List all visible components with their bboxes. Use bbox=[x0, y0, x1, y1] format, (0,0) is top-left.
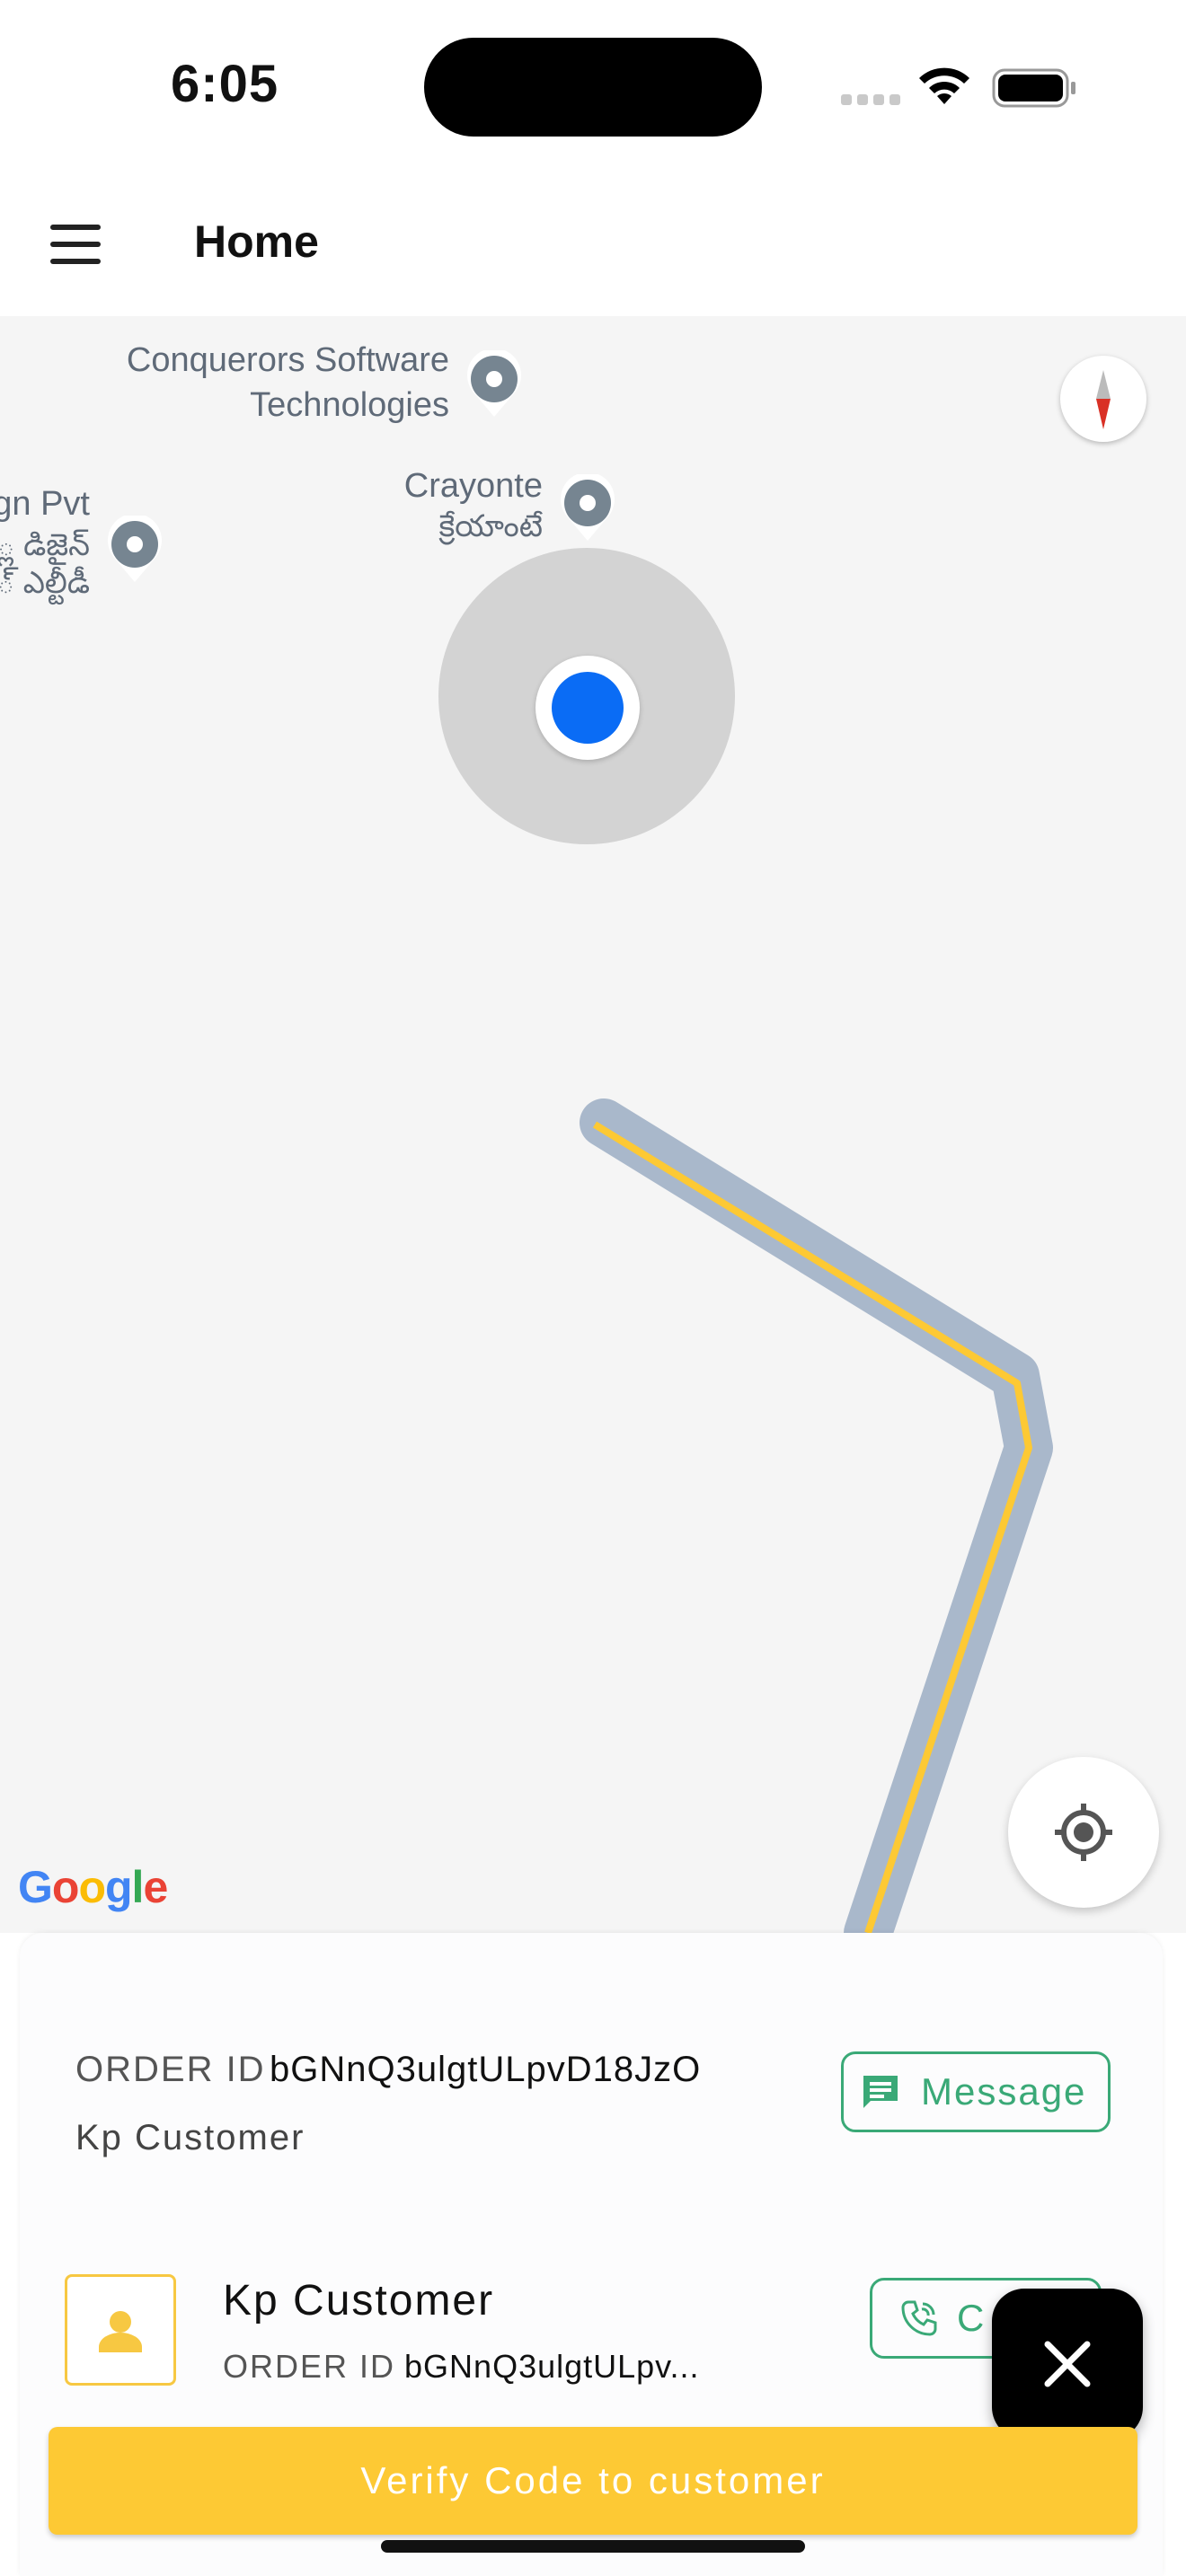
call-button-label: C bbox=[957, 2297, 987, 2339]
google-logo: Google bbox=[18, 1861, 168, 1913]
poi-label-line: Conquerors Software bbox=[126, 341, 449, 379]
page-title: Home bbox=[194, 216, 319, 267]
person-icon bbox=[99, 2311, 142, 2352]
customer-avatar bbox=[65, 2274, 176, 2386]
google-logo-letter: G bbox=[18, 1862, 53, 1912]
poi-pin-icon[interactable] bbox=[559, 472, 616, 543]
google-logo-letter: o bbox=[51, 1862, 80, 1912]
compass-button[interactable] bbox=[1060, 356, 1146, 442]
my-location-icon bbox=[1055, 1804, 1112, 1861]
my-location-button[interactable] bbox=[1008, 1757, 1159, 1908]
wifi-icon bbox=[916, 65, 972, 112]
dynamic-island bbox=[424, 38, 762, 137]
customer-order-id: ORDER ID bGNnQ3ulgtULpv... bbox=[223, 2348, 700, 2386]
phone-icon bbox=[901, 2300, 937, 2336]
poi-label-design-pvt[interactable]: gn Pvt ్ల డిజైన్ ్ ఎల్టీడీ bbox=[0, 481, 90, 602]
order-customer-name: Kp Customer bbox=[75, 2118, 305, 2157]
google-logo-letter: g bbox=[105, 1862, 133, 1912]
order-id-row: ORDER ID bGNnQ3ulgtULpvD18JzO bbox=[75, 2050, 701, 2090]
poi-label-line: gn Pvt bbox=[0, 485, 90, 523]
menu-icon[interactable] bbox=[50, 225, 101, 264]
verify-code-button[interactable]: Verify Code to customer bbox=[49, 2427, 1137, 2535]
poi-label-conquerors[interactable]: Conquerors Software Technologies bbox=[81, 338, 449, 428]
poi-label-line: ్ల డిజైన్ bbox=[0, 528, 90, 562]
cellular-signal-icon bbox=[841, 93, 906, 110]
google-logo-letter: e bbox=[143, 1862, 168, 1912]
app-bar bbox=[0, 176, 1186, 316]
poi-pin-icon[interactable] bbox=[106, 513, 164, 584]
poi-label-line: Crayonte bbox=[403, 467, 543, 505]
user-location-dot bbox=[535, 656, 640, 760]
poi-label-crayonte[interactable]: Crayonte క్రేయాంటే bbox=[332, 463, 543, 544]
close-icon bbox=[1044, 2341, 1091, 2387]
message-button[interactable]: Message bbox=[841, 2051, 1111, 2132]
poi-label-line: Technologies bbox=[250, 386, 449, 424]
customer-name: Kp Customer bbox=[223, 2277, 495, 2325]
customer-order-id-value: bGNnQ3ulgtULpv... bbox=[404, 2348, 700, 2385]
message-button-label: Message bbox=[921, 2070, 1087, 2113]
google-logo-letter: o bbox=[78, 1862, 106, 1912]
status-time: 6:05 bbox=[171, 55, 279, 113]
order-id-label: ORDER ID bbox=[75, 2050, 266, 2089]
battery-icon bbox=[992, 68, 1078, 112]
poi-label-line: ్ ఎల్టీడీ bbox=[0, 566, 90, 600]
user-location-dot-inner bbox=[552, 672, 624, 744]
order-id-value: bGNnQ3ulgtULpvD18JzO bbox=[270, 2050, 702, 2089]
poi-label-line: క్రేయాంటే bbox=[438, 509, 544, 543]
map-view[interactable]: Conquerors Software Technologies Crayont… bbox=[0, 316, 1186, 1933]
customer-order-id-label: ORDER ID bbox=[223, 2348, 396, 2385]
poi-pin-icon[interactable] bbox=[465, 348, 523, 419]
home-indicator bbox=[381, 2540, 805, 2553]
google-logo-letter: l bbox=[131, 1862, 145, 1912]
message-icon bbox=[863, 2076, 898, 2108]
close-fab[interactable] bbox=[992, 2289, 1143, 2439]
compass-icon bbox=[1096, 370, 1111, 429]
